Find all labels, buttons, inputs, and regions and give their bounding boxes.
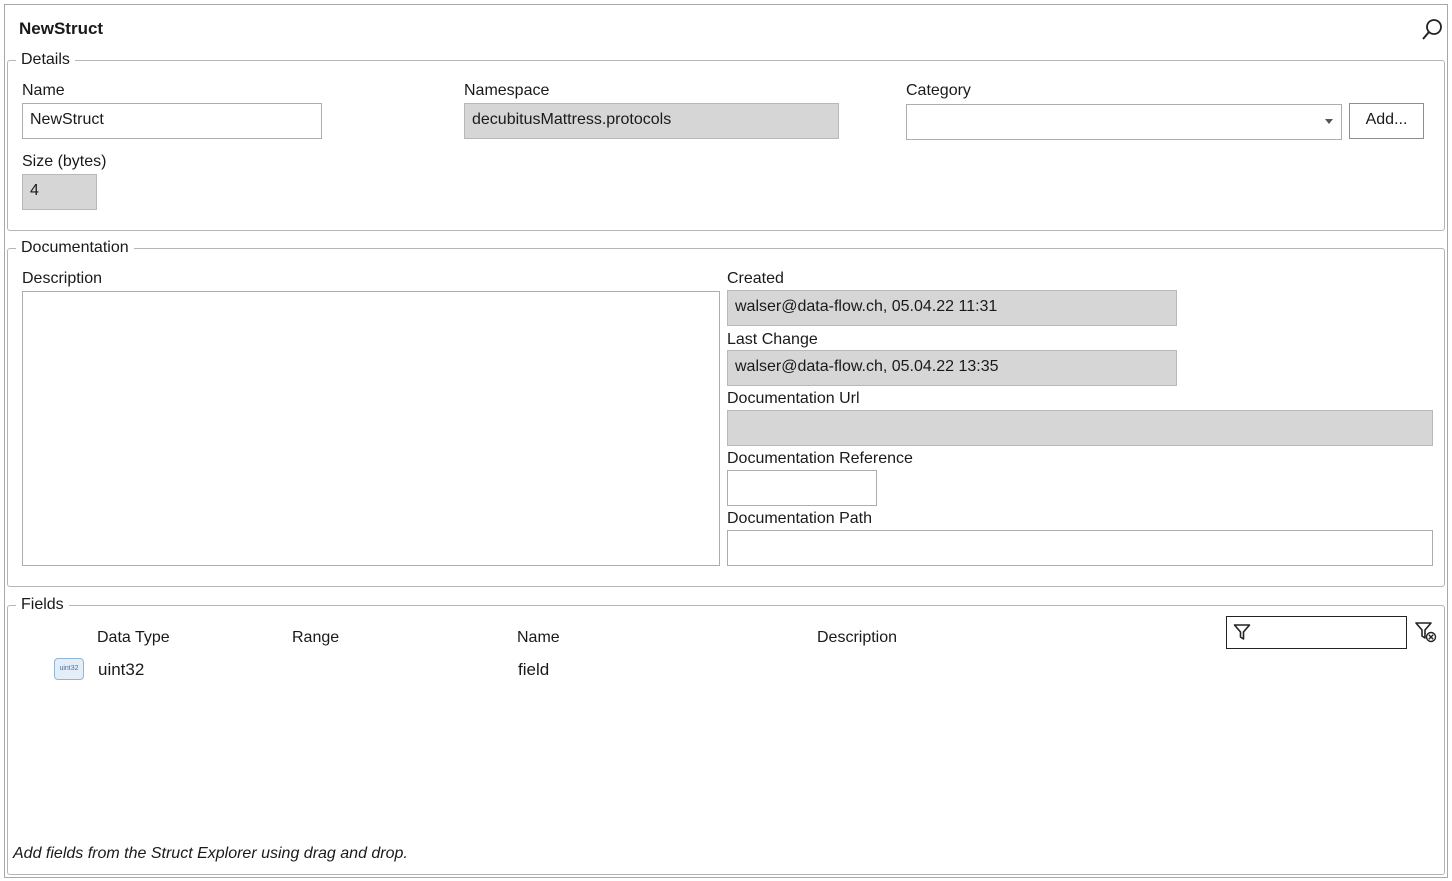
add-category-button[interactable]: Add... — [1349, 103, 1424, 139]
column-header-range[interactable]: Range — [292, 628, 339, 648]
size-field: 4 — [22, 174, 97, 210]
category-label: Category — [906, 82, 971, 99]
search-icon[interactable] — [1419, 17, 1445, 43]
last-change-field: walser@data-flow.ch, 05.04.22 13:35 — [727, 350, 1177, 386]
documentation-reference-field[interactable] — [727, 470, 877, 506]
created-label: Created — [727, 270, 784, 287]
column-header-data-type[interactable]: Data Type — [97, 628, 170, 648]
name-field[interactable]: NewStruct — [22, 103, 322, 139]
documentation-url-label: Documentation Url — [727, 390, 860, 407]
documentation-path-label: Documentation Path — [727, 510, 872, 527]
drag-drop-hint: Add fields from the Struct Explorer usin… — [13, 845, 408, 862]
fields-group: Fields Data Type Range Name Description … — [7, 595, 1445, 875]
description-label: Description — [22, 270, 103, 287]
documentation-path-field[interactable] — [727, 530, 1433, 566]
panel-title: NewStruct — [19, 19, 104, 38]
documentation-url-field — [727, 410, 1433, 446]
clear-filter-icon[interactable] — [1414, 620, 1438, 644]
namespace-label: Namespace — [464, 82, 550, 99]
description-textarea[interactable] — [22, 291, 720, 566]
fields-legend: Fields — [16, 595, 69, 615]
namespace-field: decubitusMattress.protocols — [464, 103, 839, 139]
created-field: walser@data-flow.ch, 05.04.22 11:31 — [727, 290, 1177, 326]
row-name: field — [518, 660, 550, 679]
size-label: Size (bytes) — [22, 153, 107, 170]
details-group: Details Name NewStruct Namespace decubit… — [7, 50, 1445, 231]
struct-editor-panel: NewStruct Details Name NewStruct Namespa… — [4, 4, 1448, 878]
category-select[interactable] — [906, 104, 1342, 140]
documentation-reference-label: Documentation Reference — [727, 450, 913, 467]
documentation-group: Documentation Description Created walser… — [7, 238, 1445, 587]
filter-field[interactable] — [1226, 616, 1407, 649]
name-label: Name — [22, 82, 65, 99]
filter-icon — [1233, 624, 1251, 640]
last-change-label: Last Change — [727, 331, 818, 348]
column-header-description[interactable]: Description — [817, 628, 897, 648]
row-data-type: uint32 — [98, 660, 145, 679]
details-legend: Details — [16, 50, 75, 70]
column-header-name[interactable]: Name — [517, 628, 560, 648]
documentation-legend: Documentation — [16, 238, 134, 258]
filter-input[interactable] — [1255, 617, 1402, 647]
chevron-down-icon[interactable] — [1325, 119, 1333, 124]
uint32-type-icon: uint32 — [54, 658, 84, 680]
